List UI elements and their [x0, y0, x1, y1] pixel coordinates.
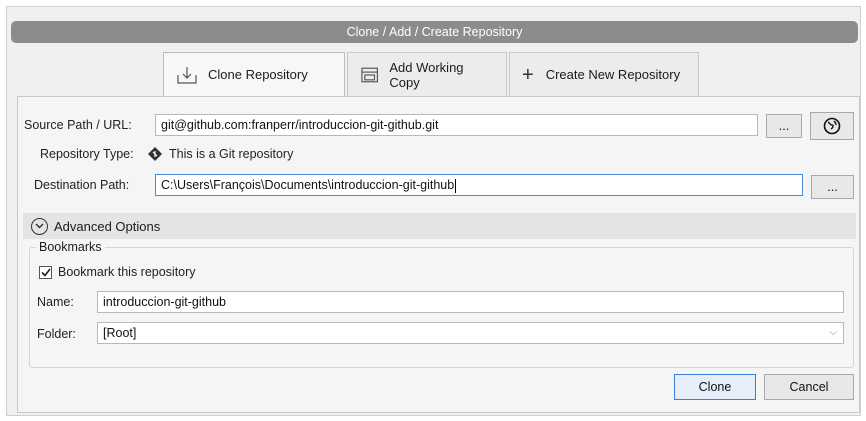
tab-label: Clone Repository — [208, 67, 308, 82]
bookmarks-group: Bookmarks Bookmark this repository Name:… — [29, 240, 854, 368]
destination-browse-button[interactable]: ... — [811, 175, 854, 199]
cancel-button[interactable]: Cancel — [764, 374, 854, 400]
text-caret — [455, 178, 457, 193]
dialog-title-bar: Clone / Add / Create Repository — [11, 21, 858, 43]
tab-add-working-copy[interactable]: Add Working Copy — [347, 52, 507, 96]
tab-label: Create New Repository — [545, 67, 681, 82]
repository-type-value: This is a Git repository — [169, 147, 294, 161]
bookmark-folder-label: Folder: — [37, 327, 76, 341]
destination-path-input[interactable]: C:\Users\François\Documents\introduccion… — [155, 174, 803, 196]
tab-create-new-repository[interactable]: + Create New Repository — [509, 52, 699, 96]
tab-label: Add Working Copy — [389, 59, 464, 90]
tab-clone-repository[interactable]: Clone Repository — [163, 52, 345, 96]
plus-icon: + — [522, 63, 534, 86]
dialog-title: Clone / Add / Create Repository — [346, 25, 523, 39]
clone-download-icon — [177, 66, 197, 84]
checkmark-icon — [40, 268, 51, 277]
globe-icon — [823, 117, 841, 135]
source-path-input[interactable]: git@github.com:franperr/introduccion-git… — [155, 114, 758, 136]
clone-button[interactable]: Clone — [674, 374, 756, 400]
repository-type-label: Repository Type: — [40, 147, 134, 161]
advanced-options-label: Advanced Options — [54, 218, 161, 234]
remote-services-button[interactable] — [810, 112, 854, 140]
advanced-options-toggle[interactable]: Advanced Options — [23, 213, 856, 239]
source-path-label: Source Path / URL: — [24, 118, 132, 132]
bookmark-name-input[interactable]: introduccion-git-github — [97, 291, 844, 313]
bookmark-name-label: Name: — [37, 295, 74, 309]
bookmark-checkbox[interactable] — [39, 266, 52, 279]
bookmarks-title: Bookmarks — [36, 240, 105, 254]
tab-bar: Clone Repository Add Working Copy + Crea… — [163, 52, 701, 96]
chevron-down-circle-icon — [31, 217, 48, 235]
chevron-down-icon: ⌵ — [829, 327, 837, 338]
git-diamond-icon — [148, 147, 162, 161]
destination-path-label: Destination Path: — [34, 178, 130, 192]
bookmark-folder-select[interactable]: [Root] ⌵ — [97, 322, 844, 344]
source-browse-button[interactable]: ... — [766, 114, 802, 138]
bookmark-checkbox-label: Bookmark this repository — [58, 265, 196, 279]
folder-drive-icon — [361, 67, 378, 82]
clone-panel: Source Path / URL: git@github.com:franpe… — [17, 96, 860, 413]
